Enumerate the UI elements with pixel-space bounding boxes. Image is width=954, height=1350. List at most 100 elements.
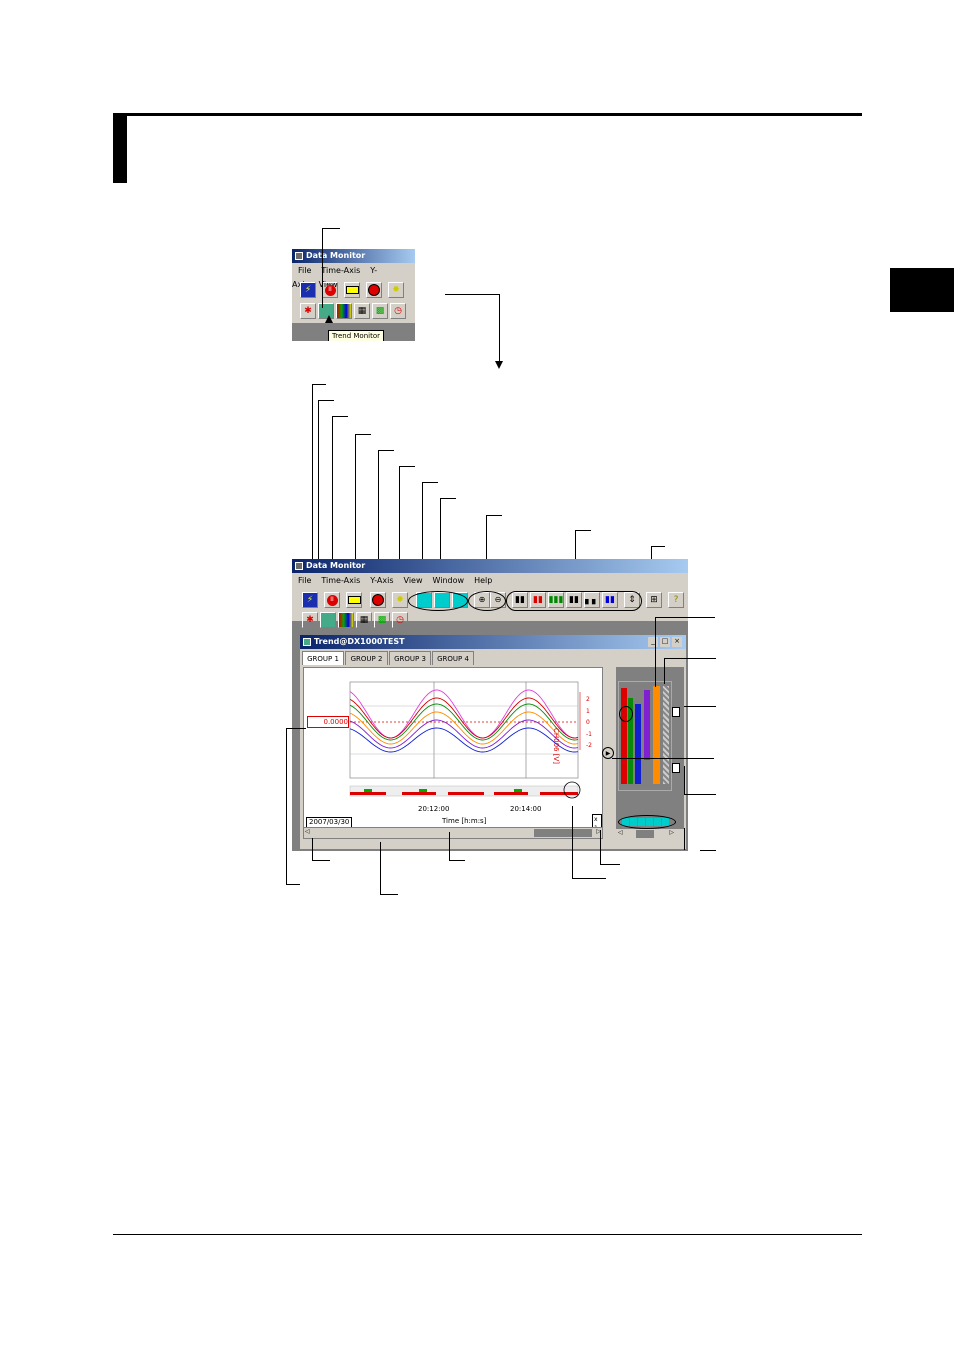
leader-line	[651, 546, 665, 547]
bar-ch6	[663, 686, 669, 784]
rec-icon[interactable]	[344, 282, 360, 298]
bar-ch5	[653, 686, 660, 784]
leader-line	[499, 294, 500, 362]
bar-monitor-icon[interactable]	[336, 303, 352, 319]
bug-icon[interactable]: ✱	[302, 612, 318, 628]
series-line-2	[349, 697, 579, 739]
leader-line	[445, 294, 499, 295]
monitor-icon	[295, 252, 303, 260]
trend-window: Trend@DX1000TEST _ □ × GROUP 1 GROUP 2 G…	[300, 635, 686, 849]
menu-y-axis[interactable]: Y-Axis	[370, 576, 393, 585]
layout-icon[interactable]: ⊞	[646, 592, 662, 608]
leader-line	[378, 450, 394, 451]
leader-line	[380, 842, 381, 894]
menu-file[interactable]: File	[298, 266, 311, 275]
small-toolbar-2: ✱ ▦ ▩ ◷	[294, 301, 413, 321]
y-tick-label: 0	[586, 719, 590, 726]
y-tick-labels: 2 1 0 -1 -2	[586, 694, 592, 752]
group-tabs: GROUP 1 GROUP 2 GROUP 3 GROUP 4	[302, 651, 502, 665]
x-tick-label: 20:12:00	[418, 805, 450, 813]
tab-group-2[interactable]: GROUP 2	[345, 651, 388, 665]
star-icon[interactable]: ✸	[392, 592, 408, 608]
leader-line	[600, 864, 620, 865]
pause-icon[interactable]: II	[324, 592, 340, 608]
record-icon[interactable]	[366, 282, 382, 298]
connect-icon[interactable]: ⚡	[302, 592, 318, 608]
scroll-left-icon[interactable]: ◁	[618, 829, 623, 836]
leader-line	[600, 830, 601, 864]
bar-ch3	[635, 704, 641, 784]
menu-time-axis[interactable]: Time-Axis	[321, 266, 360, 275]
tab-group-3[interactable]: GROUP 3	[389, 651, 431, 665]
leader-line	[572, 878, 606, 879]
bar-monitor-icon[interactable]	[338, 612, 354, 628]
mouse-cursor-icon	[325, 315, 333, 323]
leader-line	[399, 466, 415, 467]
annotation-ellipse	[619, 706, 633, 722]
leader-line	[322, 228, 340, 229]
leader-line	[286, 728, 287, 884]
star-icon[interactable]: ✸	[388, 282, 404, 298]
help-icon[interactable]: ?	[668, 592, 684, 608]
splitter[interactable]: ▶	[602, 667, 614, 839]
menu-window[interactable]: Window	[433, 576, 465, 585]
trend-icon	[303, 638, 311, 646]
trend-monitor-icon[interactable]	[320, 612, 336, 628]
alarm-monitor-icon[interactable]: ▩	[374, 612, 390, 628]
menu-time-axis[interactable]: Time-Axis	[321, 576, 360, 585]
scroll-left-icon[interactable]: ◁	[305, 828, 310, 835]
horizontal-scrollbar[interactable]: ◁ ▷	[304, 827, 602, 838]
tab-group-1[interactable]: GROUP 1	[302, 651, 344, 665]
trend-plot-area[interactable]: 0.0000 2 1 0 -1 -2 CH006 [V] 20:12:00 20…	[303, 667, 603, 839]
leader-line	[312, 860, 330, 861]
scroll-thumb[interactable]	[534, 829, 592, 837]
digital-monitor-icon[interactable]: ▦	[354, 303, 370, 319]
leader-line	[664, 658, 665, 684]
clock-icon[interactable]: ◷	[392, 612, 408, 628]
menu-file[interactable]: File	[298, 576, 311, 585]
scroll-right-icon[interactable]: ▷	[669, 829, 674, 836]
scale-marker-upper[interactable]	[672, 707, 680, 717]
annotation-ellipse	[506, 591, 642, 611]
leader-line	[684, 794, 716, 795]
clock-icon[interactable]: ◷	[390, 303, 406, 319]
annotation-ellipse	[408, 591, 468, 611]
close-button[interactable]: ×	[672, 637, 682, 647]
leader-line	[684, 706, 716, 707]
connect-icon[interactable]: ⚡	[300, 282, 316, 298]
y-tick-label: -2	[586, 742, 592, 749]
leader-line	[449, 860, 465, 861]
leader-line	[318, 400, 334, 401]
small-toolbar-1: ⚡ II ✸	[294, 280, 413, 300]
series-group	[349, 689, 579, 753]
channel-status-strip	[616, 815, 676, 829]
series-line-6	[349, 727, 579, 753]
leader-line	[449, 832, 450, 860]
bar-graph-area: ◁ ▷	[616, 667, 684, 839]
minimize-button[interactable]: _	[648, 637, 658, 647]
record-icon[interactable]	[370, 592, 386, 608]
x-tick-label: 20:14:00	[510, 805, 542, 813]
menu-help[interactable]: Help	[474, 576, 492, 585]
digital-monitor-icon[interactable]: ▦	[356, 612, 372, 628]
scale-marker-lower[interactable]	[672, 763, 680, 773]
maximize-button[interactable]: □	[660, 637, 670, 647]
tab-group-4[interactable]: GROUP 4	[432, 651, 474, 665]
section-rule	[127, 113, 862, 116]
annotation-ellipse	[468, 591, 506, 611]
leader-line	[332, 416, 348, 417]
bug-icon[interactable]: ✱	[300, 303, 316, 319]
grid	[349, 681, 579, 779]
menu-view[interactable]: View	[404, 576, 423, 585]
alarm-monitor-icon[interactable]: ▩	[372, 303, 388, 319]
leader-line	[322, 228, 323, 308]
tooltip: Trend Monitor	[328, 330, 384, 341]
scroll-thumb[interactable]	[636, 830, 654, 838]
rec-icon[interactable]	[346, 592, 362, 608]
footer-rule	[113, 1234, 862, 1235]
leader-line	[286, 728, 306, 729]
y-tick-label: -1	[586, 730, 592, 738]
pause-icon[interactable]: II	[322, 282, 338, 298]
bar-scrollbar[interactable]: ◁ ▷	[616, 829, 684, 839]
arrow-down-icon	[495, 361, 503, 369]
